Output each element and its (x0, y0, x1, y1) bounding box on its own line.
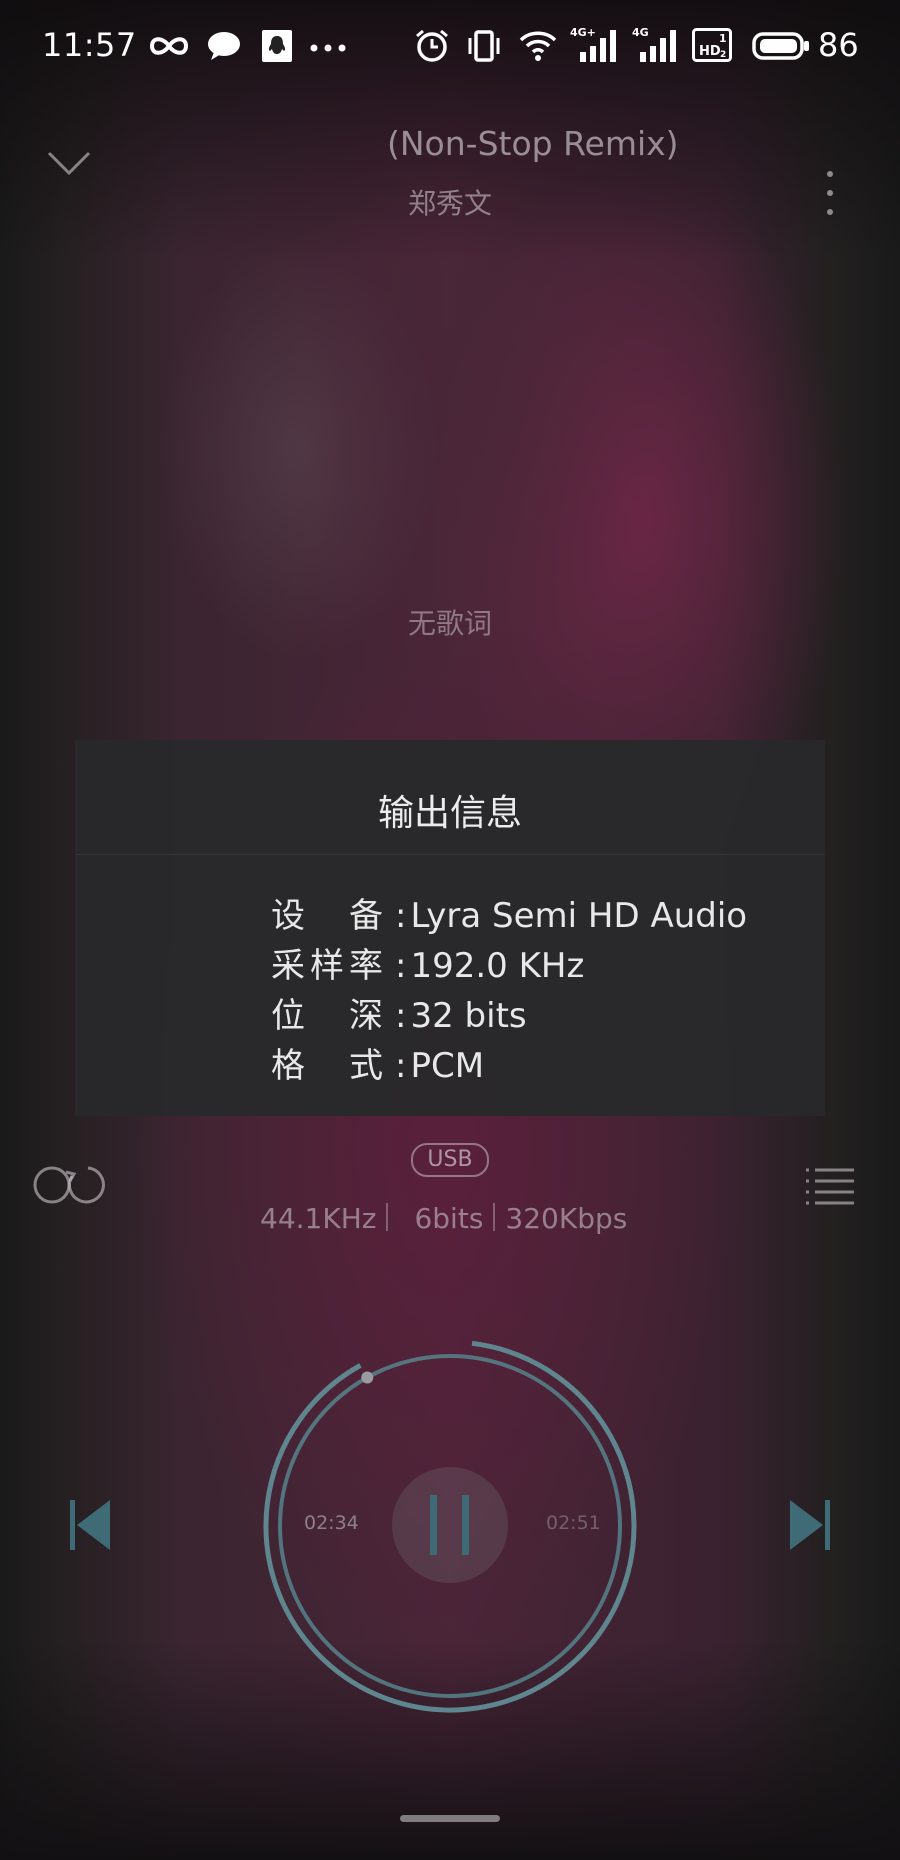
info-value: PCM (410, 1046, 485, 1086)
dialog-divider (75, 854, 825, 855)
pause-button[interactable] (392, 1467, 508, 1583)
collapse-chevron-icon[interactable] (46, 148, 92, 178)
quality-divider (386, 1203, 389, 1231)
audio-quality-info: 44.1KHz 6bits 320Kbps (260, 1202, 627, 1242)
info-row-device: 设备: Lyra Semi HD Audio (271, 888, 747, 938)
signal-4g-icon: 4G (632, 26, 676, 62)
infinity-icon (149, 37, 189, 55)
alarm-icon (416, 29, 448, 62)
info-row-format: 格式: PCM (271, 1038, 484, 1088)
info-row-sample-rate: 采样率:192.0 KHz (271, 938, 584, 988)
progress-knob[interactable] (361, 1371, 374, 1384)
home-indicator[interactable] (400, 1815, 500, 1822)
battery-icon (752, 32, 809, 60)
info-value: 32 bits (410, 996, 527, 1036)
bitrate: 320Kbps (505, 1202, 628, 1235)
battery-level: 86 (818, 26, 859, 64)
info-row-bit-depth: 位深:32 bits (271, 988, 527, 1038)
playlist-icon[interactable] (806, 1166, 854, 1206)
info-separator: : (395, 946, 407, 986)
vibrate-icon (468, 30, 500, 62)
artist-name: 郑秀文 (408, 187, 493, 220)
total-time: 02:51 (546, 1512, 601, 1534)
pause-icon-bar-left (430, 1495, 437, 1555)
qq-icon (262, 30, 292, 62)
bit-depth: 6bits (414, 1202, 484, 1235)
output-info-dialog: 输出信息 设备: Lyra Semi HD Audio 采样率:192.0 KHz… (75, 740, 825, 1116)
signal-4g-plus-icon: 4G+ (570, 26, 616, 62)
chat-bubble-icon (208, 32, 240, 60)
info-separator: : (395, 996, 407, 1036)
wifi-icon (519, 31, 557, 61)
more-dots-icon (310, 44, 346, 52)
sample-rate: 44.1KHz (260, 1202, 377, 1235)
info-label: 位深 (271, 996, 383, 1036)
svg-text:4G: 4G (632, 26, 649, 39)
quality-divider (493, 1203, 496, 1231)
lyrics-status: 无歌词 (407, 607, 492, 640)
svg-text:4G+: 4G+ (570, 26, 596, 39)
more-options-icon[interactable] (820, 168, 840, 218)
status-bar: 11:57 4G+ 4G HD 1 2 86 (0, 0, 900, 96)
info-value: 192.0 KHz (410, 946, 585, 986)
svg-text:2: 2 (720, 50, 726, 60)
dialog-title: 输出信息 (377, 793, 522, 834)
status-time: 11:57 (42, 26, 137, 64)
elapsed-time: 02:34 (304, 1512, 359, 1534)
info-label: 设备 (271, 896, 383, 936)
pause-icon-bar-right (462, 1495, 469, 1555)
svg-text:1: 1 (719, 32, 727, 45)
svg-text:HD: HD (699, 44, 721, 59)
info-label: 采样率 (271, 946, 383, 986)
usb-badge: USB (411, 1143, 489, 1177)
info-label: 格式 (271, 1046, 383, 1086)
song-title: (Non-Stop Remix) (387, 124, 679, 163)
hd-icon: HD 1 2 (692, 28, 732, 62)
previous-track-icon[interactable] (68, 1498, 112, 1552)
info-separator: : (395, 1046, 407, 1086)
repeat-mode-icon[interactable] (32, 1164, 108, 1206)
info-value: Lyra Semi HD Audio (410, 896, 748, 936)
music-player-screen: 11:57 4G+ 4G HD 1 2 86 (Non-Stop Remix) … (0, 0, 900, 1860)
info-separator: : (395, 896, 407, 936)
next-track-icon[interactable] (788, 1498, 832, 1552)
